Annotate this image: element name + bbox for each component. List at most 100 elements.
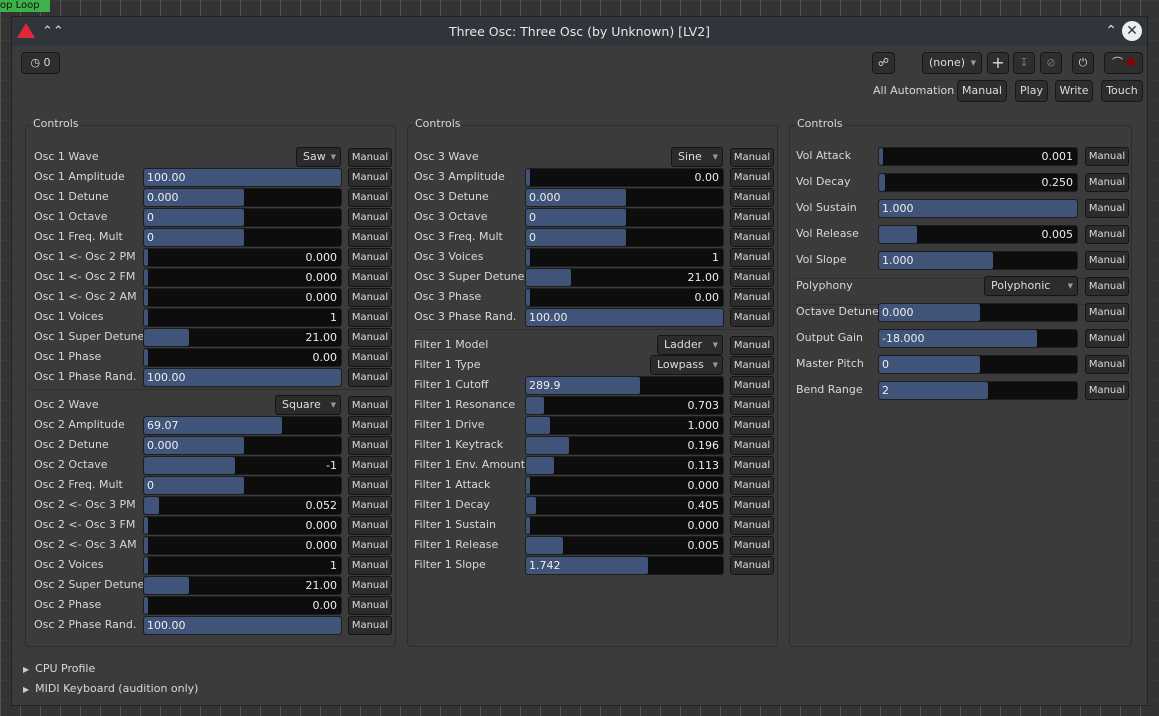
automation-mode-button[interactable]: Manual — [348, 368, 392, 387]
control-slider[interactable]: 0.113 — [525, 456, 724, 475]
automation-mode-button[interactable]: Manual — [1085, 199, 1129, 218]
automation-mode-button[interactable]: Manual — [1085, 303, 1129, 322]
automation-mode-button[interactable]: Manual — [730, 208, 774, 227]
automation-mode-button[interactable]: Manual — [348, 476, 392, 495]
preset-select[interactable]: (none) ▼ — [922, 52, 982, 74]
automation-write-button[interactable]: Write — [1055, 80, 1093, 102]
automation-mode-button[interactable]: Manual — [348, 308, 392, 327]
automation-play-button[interactable]: Play — [1015, 80, 1048, 102]
automation-mode-button[interactable]: Manual — [348, 456, 392, 475]
control-slider[interactable]: 1 — [525, 248, 724, 267]
automation-mode-button[interactable]: Manual — [348, 288, 392, 307]
automation-mode-button[interactable]: Manual — [348, 616, 392, 635]
automation-mode-button[interactable]: Manual — [1085, 381, 1129, 400]
control-slider[interactable]: 0.00 — [525, 168, 724, 187]
automation-mode-button[interactable]: Manual — [730, 356, 774, 375]
control-slider[interactable]: 21.00 — [143, 576, 342, 595]
control-slider[interactable]: -1 — [143, 456, 342, 475]
automation-mode-button[interactable]: Manual — [348, 348, 392, 367]
midi-keyboard-expander[interactable]: ▶ MIDI Keyboard (audition only) — [23, 682, 198, 695]
automation-mode-button[interactable]: Manual — [1085, 147, 1129, 166]
automation-mode-button[interactable]: Manual — [730, 516, 774, 535]
automation-mode-button[interactable]: Manual — [1085, 355, 1129, 374]
automation-mode-button[interactable]: Manual — [730, 168, 774, 187]
automation-mode-button[interactable]: Manual — [348, 208, 392, 227]
automation-mode-button[interactable]: Manual — [348, 416, 392, 435]
automation-mode-button[interactable]: Manual — [348, 268, 392, 287]
automation-mode-button[interactable]: Manual — [730, 228, 774, 247]
automation-manual-button[interactable]: Manual — [957, 80, 1007, 102]
control-slider[interactable]: 289.9 — [525, 376, 724, 395]
control-dropdown[interactable]: Polyphonic ▼ — [984, 276, 1078, 296]
control-slider[interactable]: 100.00 — [143, 616, 342, 635]
control-slider[interactable]: 0.000 — [143, 268, 342, 287]
shade-icon[interactable]: ⌃⌃ — [42, 17, 64, 46]
control-slider[interactable]: 100.00 — [143, 168, 342, 187]
automation-mode-button[interactable]: Manual — [730, 248, 774, 267]
control-slider[interactable]: 100.00 — [525, 308, 724, 327]
control-slider[interactable]: 0.005 — [525, 536, 724, 555]
control-slider[interactable]: 0.00 — [143, 596, 342, 615]
automation-mode-button[interactable]: Manual — [730, 268, 774, 287]
bypass-button[interactable]: ⏻ — [1072, 52, 1094, 74]
automation-mode-button[interactable]: Manual — [730, 188, 774, 207]
control-slider[interactable]: 0.00 — [525, 288, 724, 307]
automation-mode-button[interactable]: Manual — [730, 376, 774, 395]
control-slider[interactable]: 0 — [143, 208, 342, 227]
control-slider[interactable]: 0.000 — [525, 188, 724, 207]
control-slider[interactable]: 1 — [143, 308, 342, 327]
control-slider[interactable]: 0.000 — [525, 476, 724, 495]
control-slider[interactable]: 0.000 — [143, 436, 342, 455]
automation-mode-button[interactable]: Manual — [730, 396, 774, 415]
automation-mode-button[interactable]: Manual — [730, 496, 774, 515]
control-dropdown[interactable]: Sine ▼ — [671, 147, 723, 167]
automation-mode-button[interactable]: Manual — [730, 436, 774, 455]
automation-mode-button[interactable]: Manual — [348, 516, 392, 535]
automation-mode-button[interactable]: Manual — [348, 248, 392, 267]
control-slider[interactable]: 0.001 — [878, 147, 1078, 166]
close-icon[interactable]: ✕ — [1122, 21, 1142, 41]
control-slider[interactable]: 0.000 — [878, 303, 1078, 322]
control-slider[interactable]: 0.000 — [143, 288, 342, 307]
automation-mode-button[interactable]: Manual — [730, 416, 774, 435]
control-slider[interactable]: 0.000 — [143, 188, 342, 207]
automation-mode-button[interactable]: Manual — [730, 556, 774, 575]
control-slider[interactable]: 1.000 — [525, 416, 724, 435]
control-slider[interactable]: -18.000 — [878, 329, 1078, 348]
automation-mode-button[interactable]: Manual — [730, 148, 774, 167]
automation-mode-button[interactable]: Manual — [348, 168, 392, 187]
control-slider[interactable]: 0.052 — [143, 496, 342, 515]
automation-mode-button[interactable]: Manual — [1085, 329, 1129, 348]
control-slider[interactable]: 0.000 — [143, 536, 342, 555]
automation-mode-button[interactable]: Manual — [348, 148, 392, 167]
control-slider[interactable]: 69.07 — [143, 416, 342, 435]
control-dropdown[interactable]: Square ▼ — [275, 395, 341, 415]
add-preset-button[interactable]: + — [987, 52, 1009, 74]
automation-mode-button[interactable]: Manual — [348, 188, 392, 207]
automation-mode-button[interactable]: Manual — [730, 288, 774, 307]
automation-mode-button[interactable]: Manual — [348, 496, 392, 515]
automation-mode-button[interactable]: Manual — [730, 308, 774, 327]
control-dropdown[interactable]: Ladder ▼ — [657, 335, 723, 355]
control-slider[interactable]: 0.196 — [525, 436, 724, 455]
automation-mode-button[interactable]: Manual — [348, 328, 392, 347]
control-slider[interactable]: 0.703 — [525, 396, 724, 415]
delete-preset-button[interactable]: ⊘ — [1040, 52, 1062, 74]
automation-mode-button[interactable]: Manual — [348, 436, 392, 455]
control-slider[interactable]: 0 — [143, 476, 342, 495]
control-slider[interactable]: 0.405 — [525, 496, 724, 515]
automation-mode-button[interactable]: Manual — [348, 396, 392, 415]
control-slider[interactable]: 0.00 — [143, 348, 342, 367]
latency-button[interactable]: ◷ 0 — [21, 52, 60, 74]
automation-mode-button[interactable]: Manual — [730, 476, 774, 495]
control-slider[interactable]: 1.000 — [878, 199, 1078, 218]
automation-mode-button[interactable]: Manual — [1085, 251, 1129, 270]
pin-manager-button[interactable]: ☍ — [872, 52, 895, 74]
title-bar[interactable]: ⌃⌃ Three Osc: Three Osc (by Unknown) [LV… — [12, 17, 1147, 46]
control-slider[interactable]: 1 — [143, 556, 342, 575]
automation-mode-button[interactable]: Manual — [348, 228, 392, 247]
control-slider[interactable]: 0.000 — [143, 248, 342, 267]
save-preset-button[interactable]: ↧ — [1013, 52, 1035, 74]
control-slider[interactable]: 0.005 — [878, 225, 1078, 244]
control-slider[interactable]: 21.00 — [143, 328, 342, 347]
